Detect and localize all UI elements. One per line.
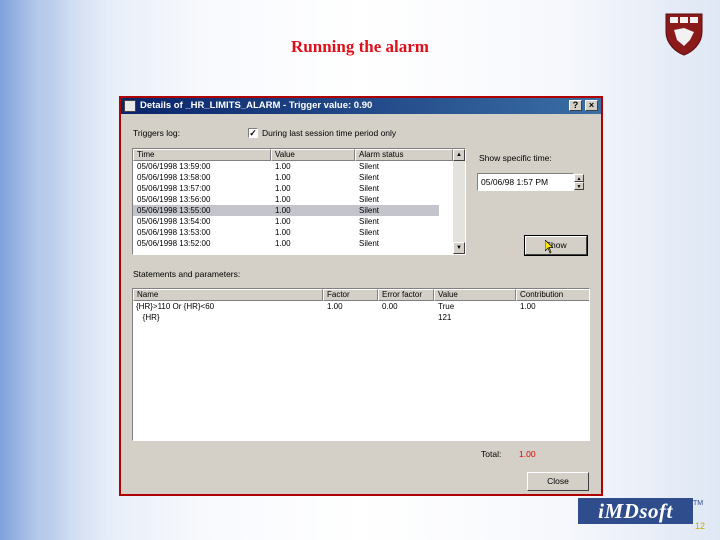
slide-title: Running the alarm — [291, 37, 429, 56]
table-cell: 05/06/1998 13:52:00 — [137, 239, 211, 248]
app-icon — [124, 100, 136, 112]
total-label: Total: — [481, 449, 502, 459]
date-time-picker[interactable]: 05/06/98 1:57 PM — [477, 173, 574, 191]
table-cell: 121 — [438, 313, 452, 322]
close-icon[interactable]: × — [585, 100, 598, 111]
mouse-cursor-icon — [545, 240, 553, 254]
table-cell: 05/06/1998 13:59:00 — [137, 162, 211, 171]
table-cell: 0.00 — [382, 302, 398, 311]
column-header-stmt-value[interactable]: Value — [434, 289, 516, 301]
logo-trademark: TM — [693, 500, 704, 507]
table-cell: Silent — [359, 217, 380, 226]
table-cell: 05/06/1998 13:54:00 — [137, 217, 211, 226]
table-cell: Silent — [359, 173, 380, 182]
scroll-up-icon[interactable]: ▲ — [453, 149, 465, 161]
table-cell: Silent — [359, 239, 380, 248]
show-button[interactable]: Show — [524, 235, 588, 256]
harvard-shield-icon — [665, 13, 703, 56]
log-scrollbar[interactable]: ▲ ▼ — [453, 149, 465, 254]
column-header-time[interactable]: Time — [133, 149, 271, 161]
statements-label: Statements and parameters: — [133, 269, 241, 279]
dialog-titlebar[interactable]: Details of _HR_LIMITS_ALARM - Trigger va… — [121, 98, 601, 114]
spin-down-icon[interactable]: ▼ — [574, 182, 584, 190]
table-cell: 1.00 — [275, 173, 291, 182]
imdsoft-logo: iMDsoft — [578, 498, 693, 524]
column-header-contribution[interactable]: Contribution — [516, 289, 589, 301]
column-header-factor[interactable]: Factor — [323, 289, 378, 301]
background-stripe — [0, 0, 70, 540]
triggers-log-label: Triggers log: — [133, 128, 180, 138]
triggers-log-list[interactable]: Time Value Alarm status 05/06/1998 13:59… — [132, 148, 466, 255]
dialog-title: Details of _HR_LIMITS_ALARM - Trigger va… — [140, 100, 373, 111]
table-cell: {HR} — [136, 313, 160, 322]
table-cell: 1.00 — [275, 217, 291, 226]
table-cell: 05/06/1998 13:57:00 — [137, 184, 211, 193]
table-cell: 1.00 — [327, 302, 343, 311]
last-session-label: During last session time period only — [262, 128, 397, 138]
date-spinner[interactable]: ▲ ▼ — [574, 174, 584, 190]
show-time-label: Show specific time: — [479, 153, 552, 163]
table-cell: 1.00 — [275, 184, 291, 193]
table-cell: 1.00 — [275, 195, 291, 204]
statements-list[interactable]: Name Factor Error factor Value Contribut… — [132, 288, 590, 441]
last-session-checkbox[interactable]: ✓ — [248, 128, 258, 138]
table-cell: Silent — [359, 162, 380, 171]
column-header-name[interactable]: Name — [133, 289, 323, 301]
table-cell: 1.00 — [275, 162, 291, 171]
table-cell: Silent — [359, 195, 380, 204]
page-number: 12 — [695, 521, 706, 531]
table-cell: {HR}>110 Or {HR}<60 — [136, 302, 215, 311]
close-button[interactable]: Close — [527, 472, 589, 491]
table-cell: 05/06/1998 13:58:00 — [137, 173, 211, 182]
table-row[interactable] — [133, 312, 589, 323]
table-cell: 05/06/1998 13:55:00 — [137, 206, 211, 215]
table-cell: 1.00 — [275, 239, 291, 248]
table-cell: True — [438, 302, 455, 311]
table-cell: 05/06/1998 13:53:00 — [137, 228, 211, 237]
table-cell: 05/06/1998 13:56:00 — [137, 195, 211, 204]
column-header-alarm-status[interactable]: Alarm status — [355, 149, 453, 161]
spin-up-icon[interactable]: ▲ — [574, 174, 584, 182]
total-value: 1.00 — [519, 449, 536, 459]
table-cell: Silent — [359, 228, 380, 237]
scroll-down-icon[interactable]: ▼ — [453, 242, 465, 254]
table-cell: 1.00 — [275, 206, 291, 215]
table-cell: 1.00 — [275, 228, 291, 237]
table-cell: Silent — [359, 206, 380, 215]
alarm-details-dialog: Details of _HR_LIMITS_ALARM - Trigger va… — [119, 96, 603, 496]
table-cell: Silent — [359, 184, 380, 193]
table-cell: 1.00 — [520, 302, 536, 311]
column-header-value[interactable]: Value — [271, 149, 355, 161]
help-button[interactable]: ? — [569, 100, 582, 111]
column-header-error-factor[interactable]: Error factor — [378, 289, 434, 301]
